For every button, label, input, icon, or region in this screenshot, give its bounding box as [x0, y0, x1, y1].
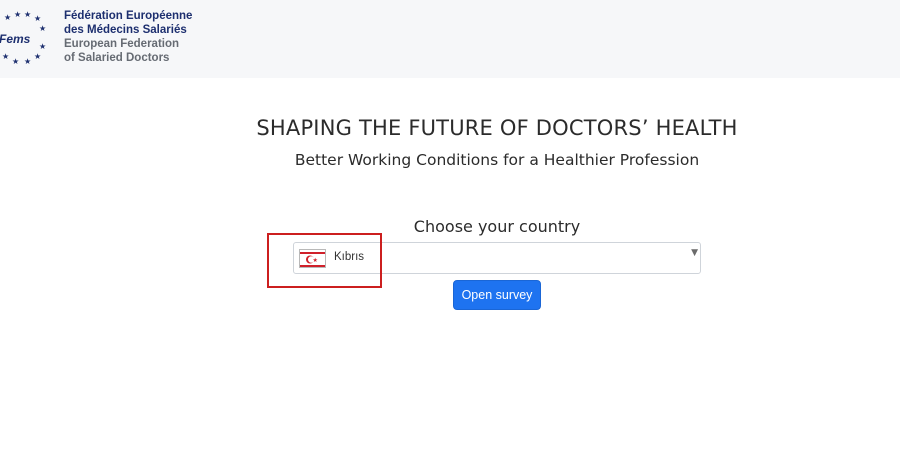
org-name-fr-line1: Fédération Européenne — [64, 10, 193, 22]
svg-text:★: ★ — [34, 52, 41, 61]
caret-down-icon[interactable]: ▼ — [691, 248, 698, 258]
site-header: ★ ★ ★ ★ ★ ★ ★ ★ ★ ★ Fems Fédération Euro… — [0, 0, 900, 78]
svg-text:★: ★ — [24, 10, 31, 19]
fems-logo-icon: ★ ★ ★ ★ ★ ★ ★ ★ ★ ★ Fems — [0, 10, 46, 66]
open-survey-button[interactable]: Open survey — [453, 280, 541, 310]
svg-text:★: ★ — [14, 10, 21, 19]
svg-text:★: ★ — [34, 14, 41, 23]
page-title: SHAPING THE FUTURE OF DOCTORS’ HEALTH — [256, 116, 738, 140]
org-name-en-line1: European Federation — [64, 38, 180, 50]
svg-text:★: ★ — [39, 24, 46, 33]
svg-text:★: ★ — [24, 57, 31, 66]
svg-text:★: ★ — [39, 42, 46, 51]
page-subtitle: Better Working Conditions for a Healthie… — [294, 151, 700, 169]
svg-text:★: ★ — [4, 13, 11, 22]
selection-highlight-box — [267, 233, 382, 288]
organization-name: Fédération Européenne des Médecins Salar… — [64, 9, 192, 65]
svg-text:★: ★ — [12, 57, 19, 66]
org-name-fr-line2: des Médecins Salariés — [64, 24, 187, 36]
org-name-en-line2: of Salaried Doctors — [64, 52, 170, 64]
country-select-label: Choose your country — [413, 217, 581, 236]
svg-text:Fems: Fems — [0, 32, 31, 46]
svg-text:★: ★ — [2, 52, 9, 61]
